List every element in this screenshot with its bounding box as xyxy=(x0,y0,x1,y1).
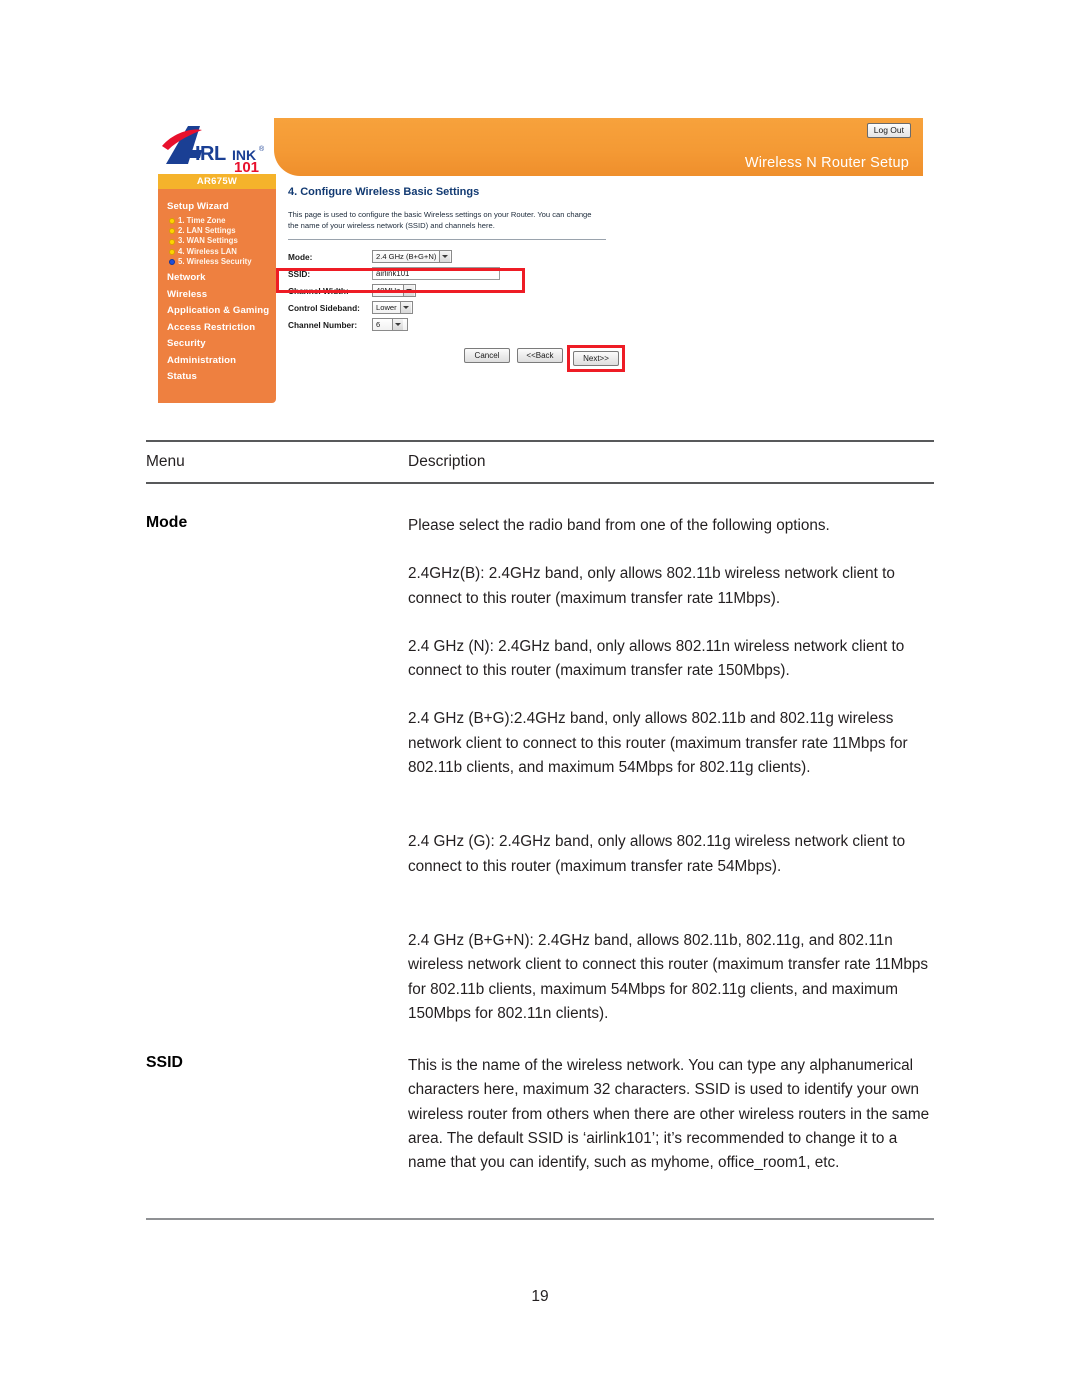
paragraph: 2.4 GHz (B+G+N): 2.4GHz band, allows 802… xyxy=(408,931,929,1022)
column-header-description: Description xyxy=(408,453,486,470)
mode-select[interactable]: 2.4 GHz (B+G+N) xyxy=(372,250,453,263)
row-description-ssid: This is the name of the wireless network… xyxy=(408,1026,934,1175)
router-admin-screenshot: Log Out Wireless N Router Setup IRL INK … xyxy=(158,118,923,408)
step-label: 5. Wireless Security xyxy=(178,256,252,266)
svg-text:101: 101 xyxy=(234,159,259,174)
paragraph: Please select the radio band from one of… xyxy=(408,517,830,534)
airlink-logo-svg: IRL INK ® 101 xyxy=(162,126,265,174)
wizard-button-row: Cancel <<Back Next>> xyxy=(464,345,808,372)
back-button[interactable]: <<Back xyxy=(517,348,563,363)
chevron-down-icon xyxy=(392,319,403,330)
sidebar-nav: Setup Wizard 1. Time Zone 2. LAN Setting… xyxy=(158,189,276,382)
router-sidebar: AR675W Setup Wizard 1. Time Zone 2. LAN … xyxy=(158,174,276,403)
table-row: Mode Please select the radio band from o… xyxy=(146,484,934,1026)
ssid-label: SSID: xyxy=(288,268,311,279)
ssid-input[interactable] xyxy=(372,267,500,280)
paragraph: This is the name of the wireless network… xyxy=(408,1057,930,1172)
paragraph: 2.4 GHz (B+G):2.4GHz band, only allows 8… xyxy=(408,710,908,777)
chevron-down-icon xyxy=(399,302,411,313)
sidebar-item-access-restriction[interactable]: Access Restriction xyxy=(167,322,276,333)
form-row-ssid: SSID: xyxy=(288,266,808,281)
mode-label: Mode: xyxy=(288,251,313,262)
next-button[interactable]: Next>> xyxy=(573,351,619,366)
step-label: 4. Wireless LAN xyxy=(178,246,237,256)
chevron-down-icon xyxy=(403,285,415,296)
sidebar-heading-setup-wizard: Setup Wizard xyxy=(167,201,229,212)
column-header-menu: Menu xyxy=(146,453,185,470)
form-row-channel-number: Channel Number: 6 xyxy=(288,317,808,332)
channel-width-selected-value: 40MHz xyxy=(376,285,401,295)
router-header-title: Wireless N Router Setup xyxy=(744,155,909,171)
step-label: 3. WAN Settings xyxy=(178,236,238,246)
step-done-icon xyxy=(169,238,175,245)
channel-number-selected-value: 6 xyxy=(376,319,381,329)
model-badge: AR675W xyxy=(158,174,276,189)
sidebar-step-wireless-lan[interactable]: 4. Wireless LAN xyxy=(169,247,276,257)
next-button-highlight: Next>> xyxy=(567,345,625,372)
paragraph: 2.4GHz(B): 2.4GHz band, only allows 802.… xyxy=(408,565,895,607)
channel-number-select[interactable]: 6 xyxy=(372,318,408,331)
mode-selected-value: 2.4 GHz (B+G+N) xyxy=(376,251,437,261)
sidebar-step-time-zone[interactable]: 1. Time Zone xyxy=(169,216,276,226)
channel-width-label: Channel Width: xyxy=(288,285,349,296)
channel-width-select[interactable]: 40MHz xyxy=(372,284,417,297)
row-menu-name-mode: Mode xyxy=(146,514,188,531)
page-title: 4. Configure Wireless Basic Settings xyxy=(288,186,480,198)
form-row-control-sideband: Control Sideband: Lower xyxy=(288,300,808,315)
table-row: SSID This is the name of the wireless ne… xyxy=(146,1026,934,1175)
channel-number-label: Channel Number: xyxy=(288,319,358,330)
manual-page: Log Out Wireless N Router Setup IRL INK … xyxy=(0,0,1080,1397)
step-done-icon xyxy=(169,248,175,255)
form-row-channel-width: Channel Width: 40MHz xyxy=(288,283,808,298)
sidebar-item-wireless[interactable]: Wireless xyxy=(167,289,276,300)
step-label: 2. LAN Settings xyxy=(178,226,236,236)
step-done-icon xyxy=(169,218,175,225)
step-label: 1. Time Zone xyxy=(178,216,226,225)
chevron-down-icon xyxy=(439,251,451,262)
router-content-panel: 4. Configure Wireless Basic Settings Thi… xyxy=(288,186,808,372)
sidebar-item-security[interactable]: Security xyxy=(167,338,276,349)
airlink-logo: IRL INK ® 101 xyxy=(158,120,276,174)
sidebar-step-wan-settings[interactable]: 3. WAN Settings xyxy=(169,236,276,246)
control-sideband-select[interactable]: Lower xyxy=(372,301,413,314)
sidebar-item-network[interactable]: Network xyxy=(167,272,276,283)
svg-text:IRL: IRL xyxy=(195,143,226,165)
cancel-button[interactable]: Cancel xyxy=(464,348,510,363)
sidebar-item-application-gaming[interactable]: Application & Gaming xyxy=(167,305,276,316)
paragraph: 2.4 GHz (N): 2.4GHz band, only allows 80… xyxy=(408,637,905,680)
page-description: This page is used to configure the basic… xyxy=(288,210,592,230)
sidebar-step-lan-settings[interactable]: 2. LAN Settings xyxy=(169,226,276,236)
router-header-bar: Log Out Wireless N Router Setup xyxy=(274,118,923,176)
step-done-icon xyxy=(169,228,175,235)
sidebar-step-wireless-security[interactable]: 5. Wireless Security xyxy=(169,257,276,267)
sidebar-item-status[interactable]: Status xyxy=(167,371,276,382)
table-bottom-rule xyxy=(146,1217,934,1220)
divider xyxy=(288,239,606,240)
step-current-icon xyxy=(169,259,175,265)
paragraph: 2.4 GHz (G): 2.4GHz band, only allows 80… xyxy=(408,833,906,875)
row-description-mode: Please select the radio band from one of… xyxy=(408,484,934,1026)
control-sideband-label: Control Sideband: xyxy=(288,302,360,313)
sidebar-item-administration[interactable]: Administration xyxy=(167,355,276,366)
form-row-mode: Mode: 2.4 GHz (B+G+N) xyxy=(288,249,808,264)
setup-wizard-step-list: 1. Time Zone 2. LAN Settings 3. WAN Sett… xyxy=(169,216,276,267)
row-menu-name-ssid: SSID xyxy=(146,1054,183,1072)
table-header-row: Menu Description xyxy=(146,442,934,482)
page-number: 19 xyxy=(531,1288,549,1305)
control-sideband-selected-value: Lower xyxy=(376,302,397,312)
description-table: Menu Description Mode Please select the … xyxy=(146,440,934,1220)
logout-button[interactable]: Log Out xyxy=(866,123,911,138)
svg-text:®: ® xyxy=(259,145,265,153)
